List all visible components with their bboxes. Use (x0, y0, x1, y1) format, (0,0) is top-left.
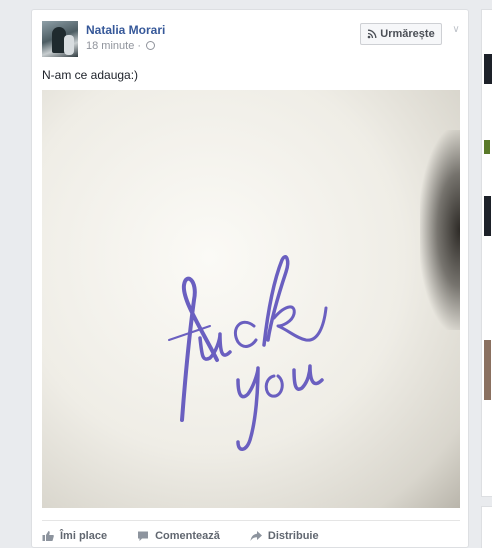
follow-label: Urmărește (380, 28, 435, 40)
sidebar-thumb (484, 54, 492, 84)
globe-icon (146, 41, 156, 50)
like-label: Îmi place (60, 530, 108, 542)
comment-icon (138, 531, 149, 541)
sidebar-thumb (484, 140, 490, 154)
share-button[interactable]: Distribuie (250, 530, 319, 542)
sidebar-card (481, 9, 492, 497)
thumbs-up-icon (42, 531, 54, 541)
post-text: N-am ce adauga:) (42, 68, 139, 82)
share-icon (250, 531, 262, 541)
like-button[interactable]: Îmi place (42, 530, 107, 542)
feed-post: Natalia Morari 18 minute · Urmărește ∨ N… (31, 9, 469, 548)
sidebar-thumb (484, 340, 491, 400)
sidebar-card (481, 506, 492, 548)
divider (42, 520, 460, 521)
post-video[interactable] (42, 90, 460, 508)
right-sidebar (481, 9, 492, 548)
comment-label: Comentează (155, 530, 220, 542)
follow-button[interactable]: Urmărește (360, 23, 442, 45)
author-avatar[interactable] (42, 21, 78, 57)
comment-button[interactable]: Comentează (137, 530, 220, 542)
author-name[interactable]: Natalia Morari (86, 23, 165, 37)
post-timestamp[interactable]: 18 minute · (86, 40, 156, 52)
rss-icon (367, 29, 377, 39)
sidebar-thumb (484, 196, 491, 236)
post-actions: Îmi place Comentează Distribuie (42, 527, 349, 545)
chevron-down-icon[interactable]: ∨ (450, 24, 462, 36)
calligraphy-drawing (168, 255, 328, 451)
timestamp-text: 18 minute · (86, 40, 145, 52)
share-label: Distribuie (267, 530, 319, 542)
